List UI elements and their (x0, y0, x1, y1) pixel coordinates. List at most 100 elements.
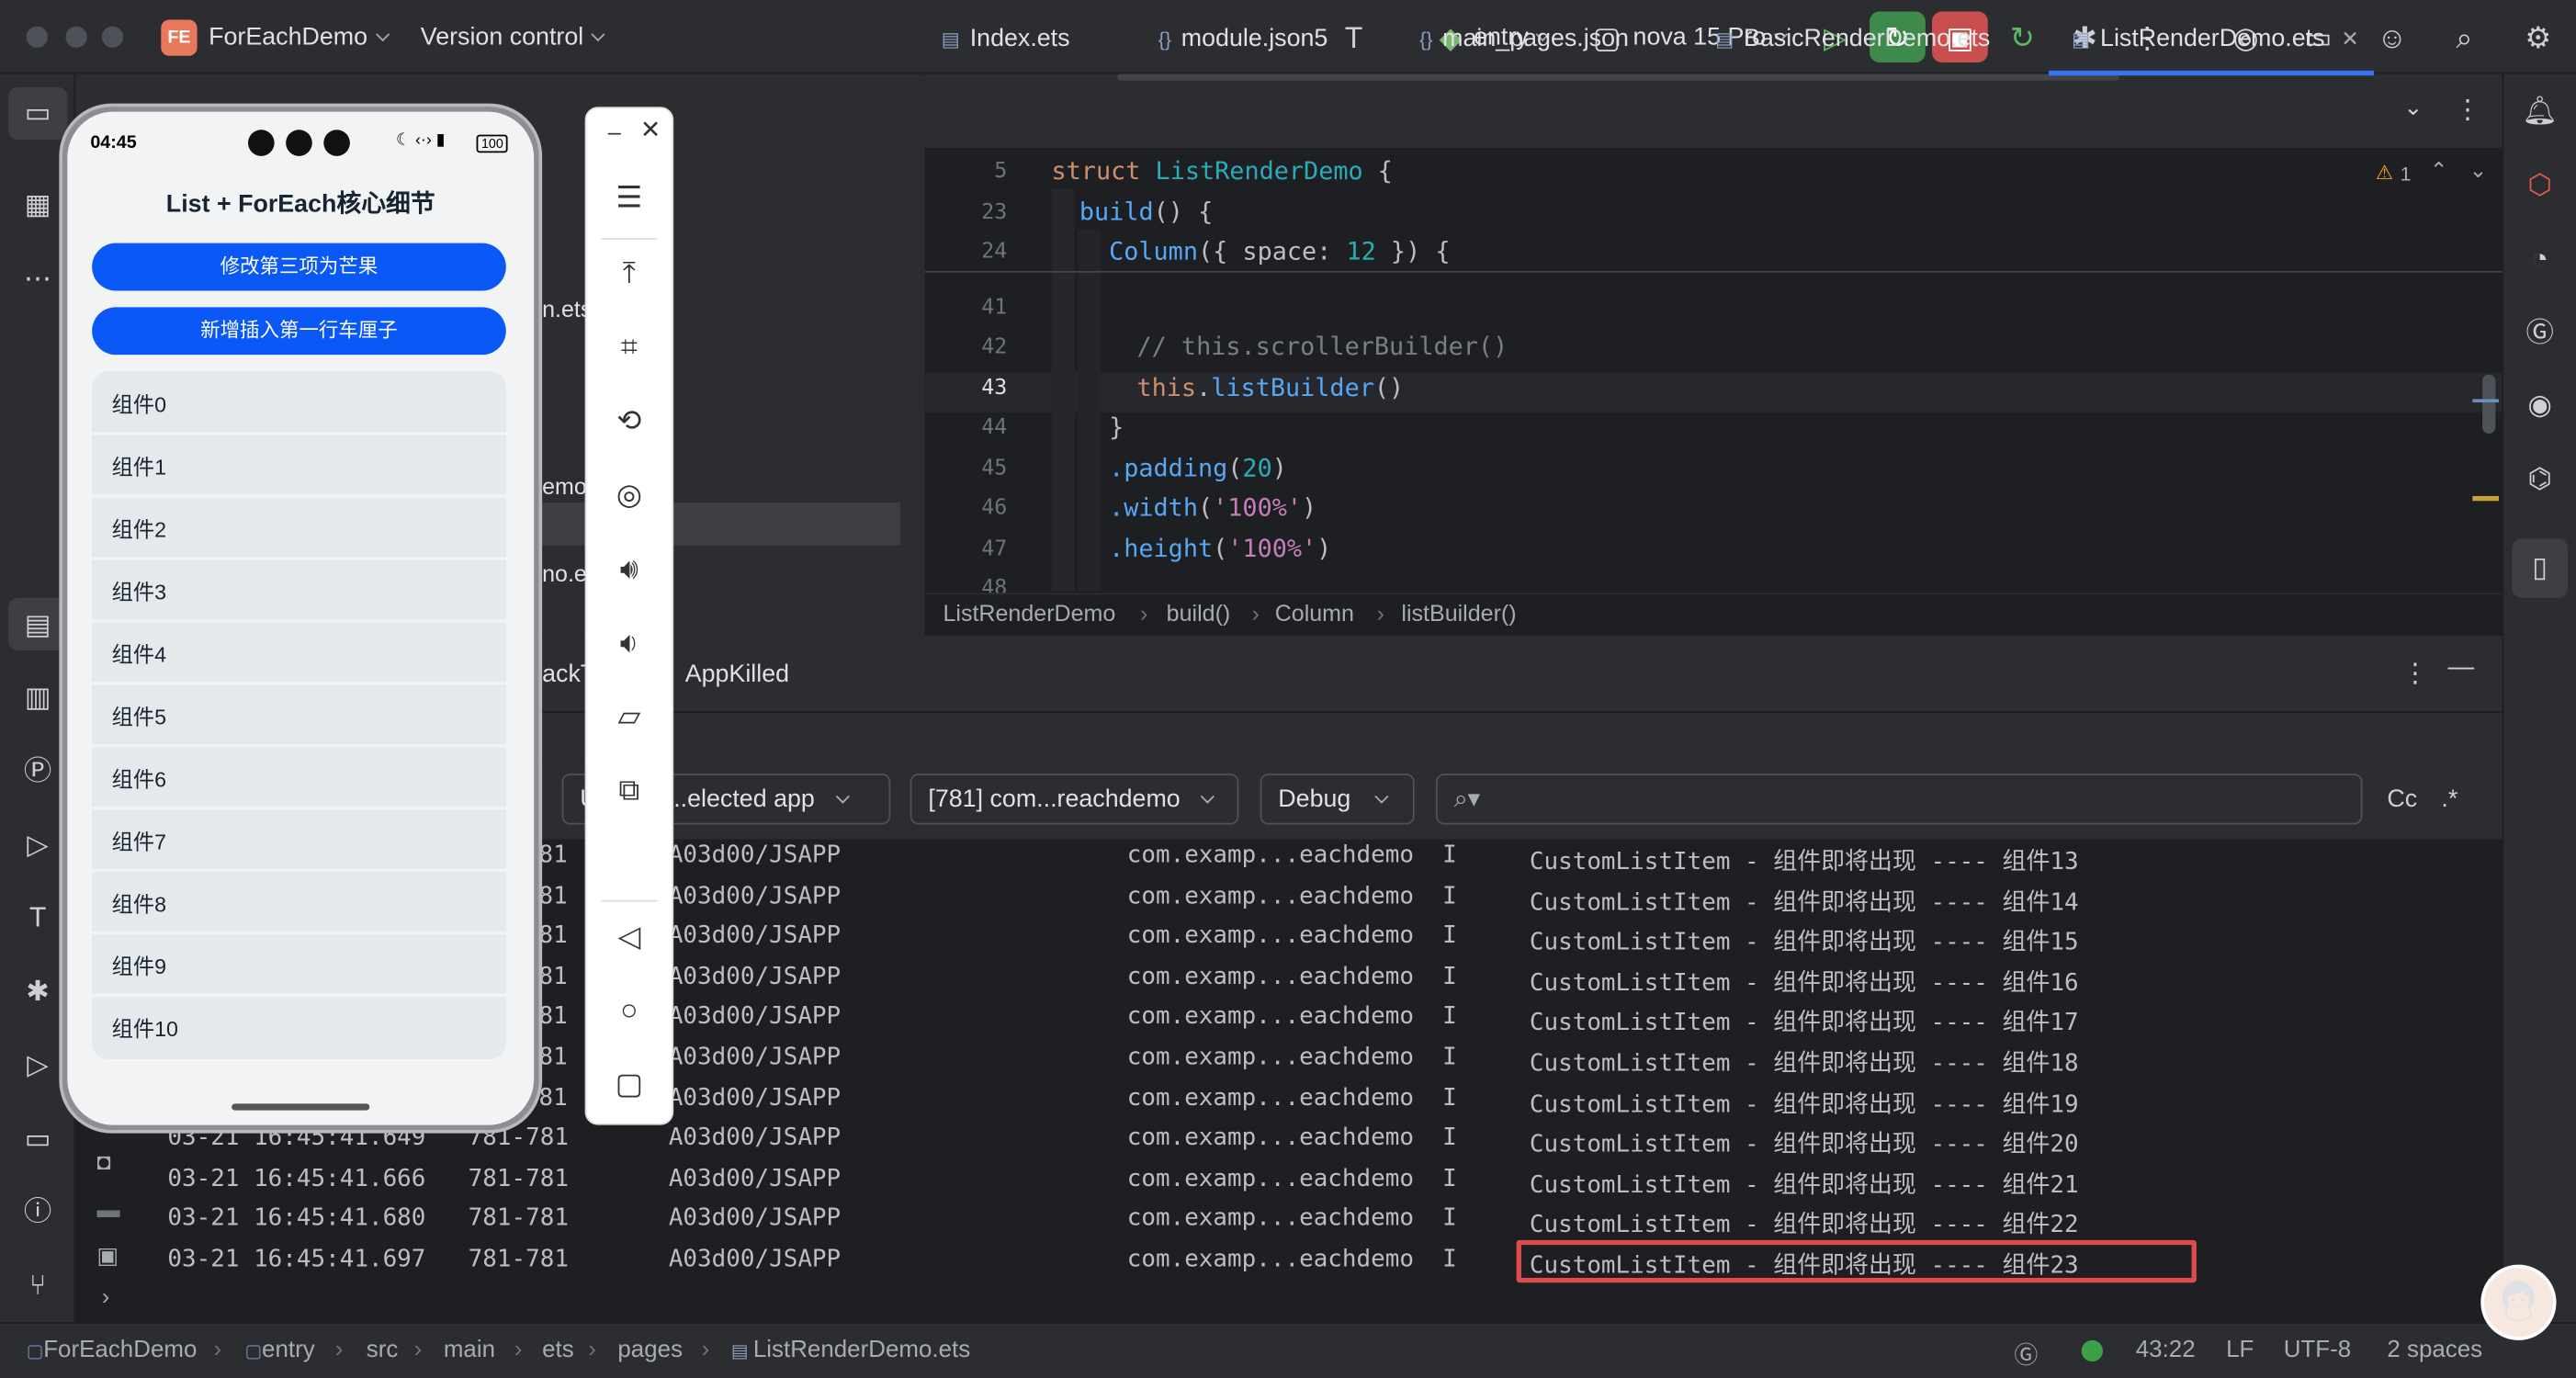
code-line[interactable]: } (1109, 412, 1124, 442)
line-separator[interactable]: LF (2226, 1337, 2254, 1363)
status-path-item[interactable]: ▢entry (244, 1337, 314, 1363)
phone-list-item[interactable]: 组件0 (112, 388, 166, 419)
folder-icon[interactable]: ▭ (17, 92, 59, 134)
match-case-toggle[interactable]: Cc (2387, 785, 2417, 813)
breadcrumb-item[interactable]: ListRenderDemo (943, 600, 1115, 627)
volume-up-icon[interactable]: 🔊︎ (585, 552, 674, 587)
status-path-item[interactable]: main (444, 1337, 495, 1363)
more-vertical-icon[interactable]: ⋮ (2455, 94, 2481, 127)
menu-icon[interactable]: ☰ (585, 181, 674, 216)
code-line[interactable]: // this.scrollerBuilder() (1136, 332, 1508, 361)
chevron-down-icon[interactable]: ⌄ (2469, 158, 2488, 185)
code-line[interactable]: .height('100%') (1109, 534, 1331, 563)
status-ok-indicator[interactable] (2081, 1339, 2103, 1362)
back-icon[interactable]: ◁ (585, 920, 674, 954)
codegenie-icon[interactable]: Ⓖ (2520, 313, 2559, 353)
phone-list-item[interactable]: 组件5 (112, 700, 166, 731)
phone-home-indicator[interactable] (232, 1103, 370, 1111)
rotate-lock-icon[interactable]: ◎ (585, 478, 674, 513)
status-path-item[interactable]: pages (617, 1337, 683, 1363)
indent-setting[interactable]: 2 spaces (2387, 1337, 2482, 1363)
ai-assistant-icon[interactable]: ⌬ (2520, 460, 2559, 500)
window-minimize-button[interactable] (65, 26, 87, 48)
assistant-avatar[interactable]: 👩︎ (2480, 1264, 2557, 1340)
log-icon[interactable]: ▤ (17, 604, 59, 647)
tab-index-ets[interactable]: ▤ Index.ets (942, 0, 1070, 75)
editor-scrollbar[interactable] (2482, 374, 2496, 434)
devecostudio-icon[interactable]: ⬡ (2520, 166, 2559, 206)
breadcrumb-item[interactable]: build() (1167, 600, 1231, 627)
codegenie-icon[interactable]: Ⓖ (2014, 1337, 2038, 1372)
status-path-item[interactable]: ▤ ListRenderDemo.ets (731, 1337, 970, 1363)
video-icon[interactable]: ▬ (97, 1196, 120, 1223)
account-icon[interactable]: ☺ (2374, 19, 2410, 55)
phone-list-item[interactable]: 组件9 (112, 949, 166, 980)
gear-icon[interactable]: ⚙ (2520, 19, 2556, 55)
log-level-dropdown[interactable]: Debug (1260, 774, 1415, 825)
rotate-icon[interactable]: ⟲ (585, 404, 674, 439)
pin-top-icon[interactable]: ⤒ (585, 256, 674, 291)
code-line[interactable]: .width('100%') (1109, 492, 1316, 522)
close-icon[interactable]: ✕ (2341, 27, 2359, 51)
deploy-icon[interactable]: ▷ (17, 824, 59, 866)
tabs-dropdown-icon[interactable]: ⌄ (2403, 94, 2423, 121)
minimize-icon[interactable]: — (2448, 654, 2475, 683)
preview-eye-icon[interactable]: ◉ (2520, 386, 2559, 425)
code-line[interactable]: Column({ space: 12 }) { (1109, 236, 1450, 265)
warning-icon[interactable]: ⚠ (2376, 161, 2393, 184)
status-path-item[interactable]: ▢ForEachDemo (27, 1337, 198, 1363)
chevron-right-icon[interactable]: › (102, 1282, 109, 1309)
file-encoding[interactable]: UTF-8 (2284, 1337, 2351, 1363)
phone-list-item[interactable]: 组件1 (112, 450, 166, 481)
home-icon[interactable]: ○ (585, 994, 674, 1029)
code-line[interactable]: struct ListRenderDemo { (1051, 156, 1392, 186)
phone-list-item[interactable]: 组件2 (112, 513, 166, 544)
phone-list-item[interactable]: 组件7 (112, 824, 166, 855)
code-line[interactable]: .padding(20) (1109, 453, 1287, 482)
insert-first-row-button[interactable]: 新增插入第一行车厘子 (92, 307, 506, 356)
bug-icon[interactable]: ✱ (17, 971, 59, 1013)
more-vertical-icon[interactable]: ⋮ (2401, 657, 2428, 690)
multi-device-icon[interactable]: ⧉ (585, 774, 674, 808)
text-format-icon[interactable]: T (1336, 19, 1372, 55)
caret-position[interactable]: 43:22 (2136, 1337, 2196, 1363)
notifications-icon[interactable]: 🔔︎ (2520, 92, 2559, 131)
tab-module-json5[interactable]: {} module.json5 (1158, 0, 1328, 75)
camera-icon[interactable]: ◘ (97, 1148, 111, 1175)
rerun-icon[interactable]: ↻ (2005, 19, 2040, 55)
fold-icon[interactable]: ▱ (585, 700, 674, 735)
log-search-input[interactable]: ⌕▾ (1435, 774, 2363, 825)
window-close-button[interactable] (26, 26, 48, 48)
phone-list-item[interactable]: 组件10 (112, 1011, 178, 1043)
phone-list-item[interactable]: 组件3 (112, 575, 166, 606)
status-path-item[interactable]: src (367, 1337, 399, 1363)
problems-icon[interactable]: ⓘ (17, 1191, 59, 1233)
crop-screenshot-icon[interactable]: ⌗ (585, 330, 674, 365)
run-tool-icon[interactable]: ▷ (17, 1045, 59, 1087)
phone-list-item[interactable]: 组件6 (112, 762, 166, 794)
structure-icon[interactable]: ▦ (17, 184, 59, 226)
search-icon[interactable]: ⌕ (2446, 19, 2482, 55)
tab-main-pages-json[interactable]: {} main_pages.json (1419, 0, 1629, 75)
tab-list-render-demo[interactable]: ▤ ListRenderDemo.ets ✕ (2048, 0, 2375, 76)
chevron-up-icon[interactable]: ⌃ (2430, 158, 2448, 185)
log-tab-appkilled[interactable]: AppKilled (685, 661, 789, 688)
codelinter-icon[interactable]: ◔ (2520, 240, 2559, 279)
tab-basic-render-demo[interactable]: ▤ BasicRenderDemo.ets (1715, 0, 1990, 75)
project-selector[interactable]: ForEachDemo (209, 23, 390, 51)
regex-toggle[interactable]: .* (2441, 785, 2457, 813)
code-line[interactable]: this.listBuilder() (1136, 373, 1404, 402)
code-line[interactable]: build() { (1079, 198, 1213, 227)
table-icon[interactable]: ▥ (17, 677, 59, 719)
vcs-menu[interactable]: Version control (421, 23, 605, 51)
close-icon[interactable]: ✕ (629, 115, 672, 144)
window-zoom-button[interactable] (101, 26, 124, 48)
volume-down-icon[interactable]: 🔉︎ (585, 626, 674, 661)
phone-list-item[interactable]: 组件4 (112, 638, 166, 669)
save-icon[interactable]: ▣ (97, 1242, 119, 1270)
more-horizontal-icon[interactable]: ⋯ (17, 258, 59, 300)
status-path-item[interactable]: ets (542, 1337, 574, 1363)
change-third-item-button[interactable]: 修改第三项为芒果 (92, 243, 506, 291)
breadcrumb-item[interactable]: Column (1275, 600, 1354, 627)
recents-icon[interactable]: ▢ (585, 1067, 674, 1102)
